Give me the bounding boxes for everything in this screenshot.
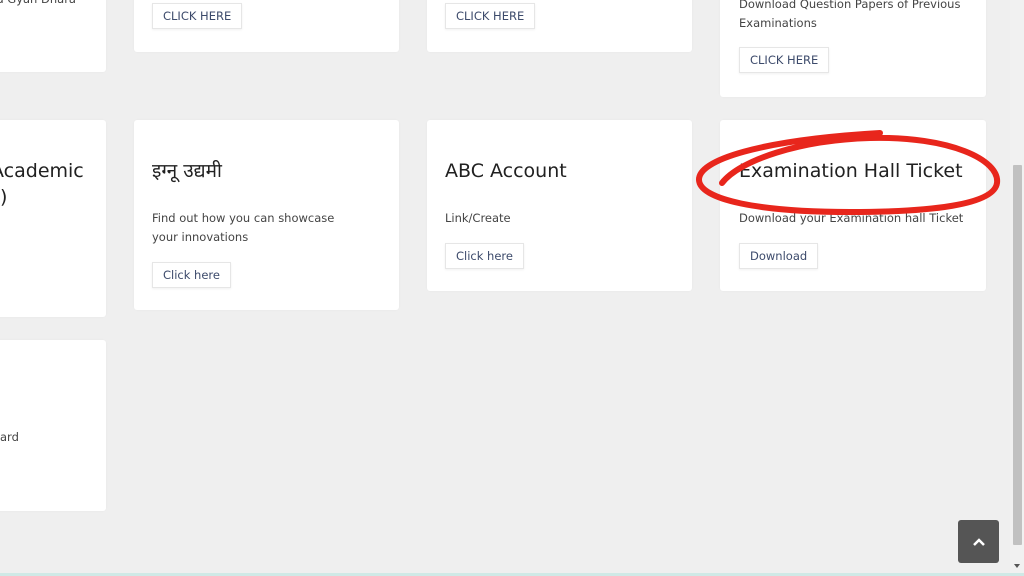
card-desc: Download your Examination hall Ticket xyxy=(739,211,964,225)
card-title: ABC Account xyxy=(445,160,567,182)
card-desc: Link/Create xyxy=(445,211,511,225)
card-academic: Academic S) xyxy=(0,120,106,317)
scrollbar-thumb[interactable] xyxy=(1013,165,1022,545)
card-desc: ard xyxy=(0,430,19,444)
scroll-down-arrow-icon[interactable] xyxy=(1014,564,1020,568)
card-desc: and Gyan Dhara xyxy=(0,0,76,9)
download-button[interactable]: Download xyxy=(739,243,819,269)
click-here-button[interactable]: CLICK HERE xyxy=(739,47,830,73)
click-here-button[interactable]: Click here xyxy=(152,262,231,288)
chevron-up-icon xyxy=(972,537,985,546)
card-ignou-udyami: इग्नू उद्यमी Find out how you can showca… xyxy=(134,120,399,310)
card-abc-account: ABC Account Link/Create Click here xyxy=(427,120,692,291)
vertical-scrollbar[interactable] xyxy=(1010,0,1024,574)
card-3: CLICK HERE xyxy=(427,0,692,52)
back-to-top-button[interactable] xyxy=(958,520,999,563)
card-desc: Find out how you can showcase your innov… xyxy=(152,211,335,244)
card-title: इग्नू उद्यमी xyxy=(152,160,222,182)
card-question-papers: Download Question Papers of Previous Exa… xyxy=(720,0,986,97)
card-title: Examination Hall Ticket xyxy=(739,160,963,182)
click-here-button[interactable]: CLICK HERE xyxy=(445,3,536,29)
card-partial-left-bottom: ard xyxy=(0,340,106,511)
card-desc: Download Question Papers of Previous Exa… xyxy=(739,0,961,30)
card-examination-hall-ticket: Examination Hall Ticket Download your Ex… xyxy=(720,120,986,291)
click-here-button[interactable]: Click here xyxy=(445,243,524,269)
card-title-line2: S) xyxy=(0,186,8,208)
click-here-button[interactable]: CLICK HERE xyxy=(152,3,243,29)
card-title: Academic xyxy=(0,160,84,182)
card-2: CLICK HERE xyxy=(134,0,399,52)
card-partial-left-top: and Gyan Dhara xyxy=(0,0,106,72)
